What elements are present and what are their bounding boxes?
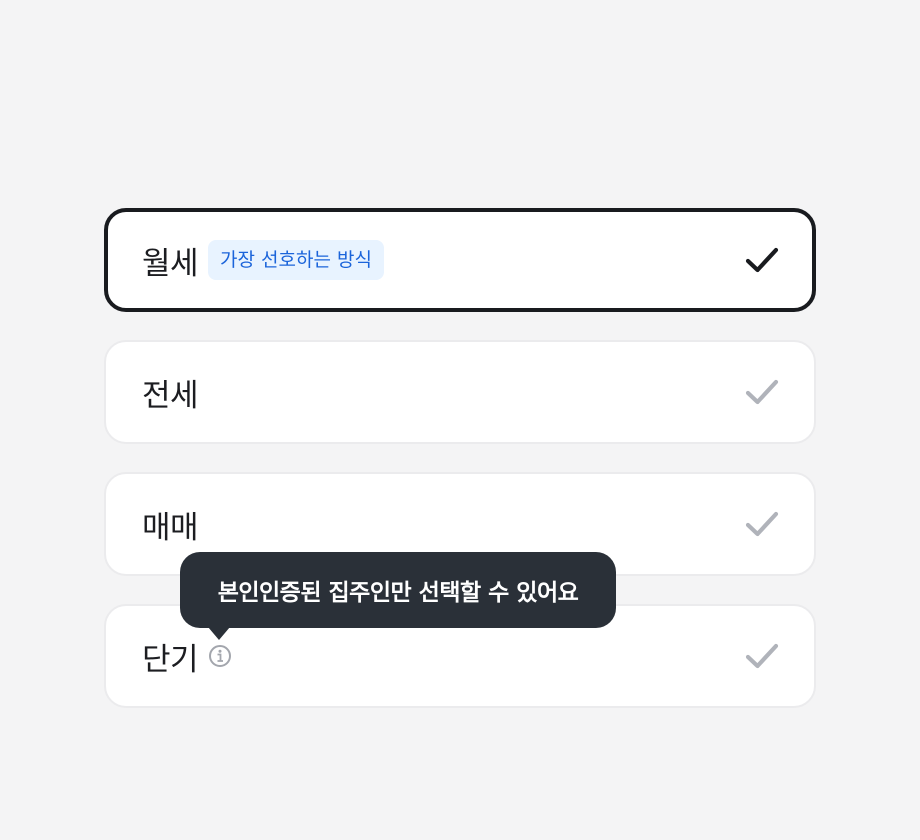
check-icon [744, 506, 780, 542]
short-term-tooltip: 본인인증된 집주인만 선택할 수 있어요 [180, 552, 616, 640]
check-icon [744, 374, 780, 410]
tooltip-arrow [208, 627, 230, 640]
deal-type-options: 월세 가장 선호하는 방식 전세 매매 단기 [104, 208, 816, 736]
option-monthly-rent[interactable]: 월세 가장 선호하는 방식 [104, 208, 816, 312]
option-jeonse[interactable]: 전세 [104, 340, 816, 444]
option-label: 전세 [142, 377, 199, 414]
info-icon[interactable] [208, 644, 232, 668]
option-label: 매매 [142, 509, 199, 546]
option-label: 월세 [142, 245, 199, 282]
tooltip-text: 본인인증된 집주인만 선택할 수 있어요 [217, 580, 579, 606]
option-label: 단기 [142, 641, 199, 678]
check-icon [744, 242, 780, 278]
check-icon [744, 638, 780, 674]
preferred-badge: 가장 선호하는 방식 [208, 240, 384, 280]
